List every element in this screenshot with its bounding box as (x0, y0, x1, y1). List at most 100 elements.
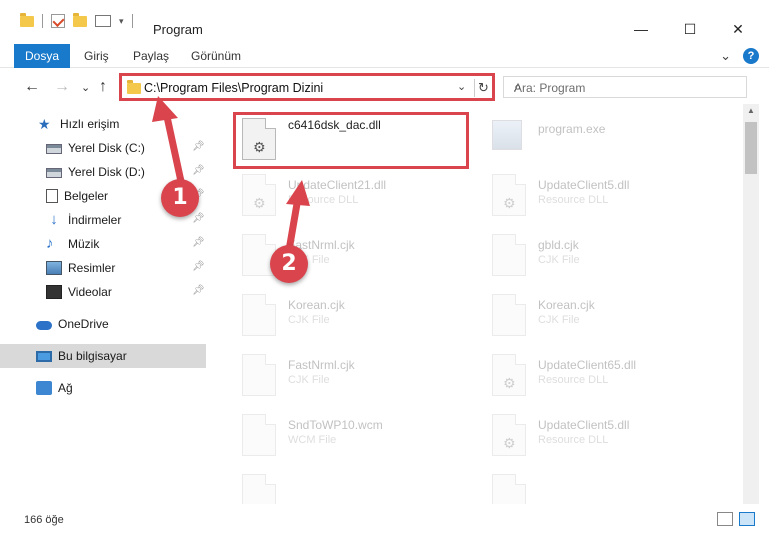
file-item[interactable]: SndToWP10.wcm WCM File (220, 408, 460, 464)
vertical-scrollbar[interactable]: ▲ (743, 104, 759, 504)
sidebar-item-this-pc[interactable]: Bu bilgisayar (0, 344, 206, 368)
help-icon[interactable]: ? (743, 48, 759, 64)
tab-file[interactable]: Dosya (14, 44, 70, 68)
star-icon: ★ (38, 116, 51, 132)
chevron-down-icon[interactable]: ▾ (119, 16, 124, 27)
folder-icon (20, 12, 34, 27)
file-item[interactable]: ⚙ UpdateClient5.dll Resource DLL (470, 408, 710, 464)
tab-view[interactable]: Görünüm (191, 44, 241, 68)
sidebar-item-label: Resimler (68, 261, 116, 275)
close-button[interactable]: ✕ (715, 18, 761, 40)
ribbon-controls: ⌄ ? (720, 48, 759, 64)
navigation-bar: ← → ⌄ ↑ C:\Program Files\Program Dizini … (0, 70, 769, 104)
sidebar-item-label: Hızlı erişim (60, 117, 120, 131)
sidebar-item-network[interactable]: Ağ (0, 376, 206, 400)
gear-icon: ⚙ (503, 195, 516, 211)
pin-icon[interactable]: 📌︎ (192, 141, 205, 152)
sidebar-item-pictures[interactable]: Resimler 📌︎ (0, 256, 206, 280)
refresh-icon[interactable]: ↻ (474, 79, 492, 97)
pin-icon[interactable]: 📌︎ (192, 261, 205, 272)
pin-icon[interactable]: 📌︎ (192, 285, 205, 296)
file-item[interactable]: Korean.cjk CJK File (470, 288, 710, 344)
minimize-button[interactable]: — (618, 18, 664, 40)
status-bar: 166 öğe (0, 504, 769, 538)
tab-share[interactable]: Paylaş (133, 44, 169, 68)
file-list: ⚙ c6416dsk_dac.dll program.exe ⚙ UpdateC… (210, 104, 743, 504)
view-toggle (717, 512, 755, 526)
download-icon: ↓ (50, 211, 58, 228)
file-type: CJK File (538, 254, 580, 266)
computer-icon (36, 350, 52, 362)
large-icons-view-icon[interactable] (739, 512, 755, 526)
pin-icon[interactable]: 📌︎ (192, 237, 205, 248)
sidebar-item-quick-access[interactable]: ★ Hızlı erişim (0, 112, 206, 136)
file-name: UpdateClient5.dll (538, 178, 630, 192)
sidebar-item-label: İndirmeler (68, 213, 122, 227)
address-path[interactable]: C:\Program Files\Program Dizini (144, 81, 323, 95)
recent-locations-button[interactable]: ⌄ (81, 81, 90, 94)
highlight-box (233, 112, 469, 169)
quick-access-toolbar: ▾ (20, 12, 133, 28)
address-bar[interactable]: C:\Program Files\Program Dizini ⌄ ↻ (119, 73, 495, 101)
file-icon (492, 474, 526, 504)
properties-check-icon[interactable] (51, 14, 65, 28)
file-item[interactable]: ⚙ UpdateClient5.dll Resource DLL (470, 168, 710, 224)
customize-toolbar-icon[interactable] (95, 15, 111, 27)
maximize-button[interactable]: ☐ (667, 18, 713, 40)
file-name: gbld.cjk (538, 238, 579, 252)
file-type: CJK File (538, 314, 580, 326)
search-icon[interactable]: ⌕ (514, 79, 740, 95)
sidebar-item-label: Yerel Disk (C:) (68, 141, 145, 155)
exe-file-icon (492, 120, 522, 150)
sidebar-item-videos[interactable]: Videolar 📌︎ (0, 280, 206, 304)
sidebar-item-onedrive[interactable]: OneDrive (0, 312, 206, 336)
scroll-up-icon[interactable]: ▲ (747, 106, 755, 115)
toolbar-separator (42, 14, 43, 28)
sidebar-item-music[interactable]: ♪ Müzik 📌︎ (0, 232, 206, 256)
cjk-file-icon (242, 354, 276, 396)
file-item[interactable] (470, 468, 710, 504)
file-name: FastNrml.cjk (288, 358, 355, 372)
drive-icon (46, 144, 62, 154)
file-type: WCM File (288, 434, 337, 446)
file-item[interactable] (220, 468, 460, 504)
pin-icon[interactable]: 📌︎ (192, 165, 205, 176)
step-badge-1: 1 (161, 179, 199, 217)
file-item[interactable]: program.exe (470, 112, 710, 168)
up-button[interactable]: ↑ (99, 78, 107, 96)
expand-ribbon-icon[interactable]: ⌄ (720, 48, 731, 64)
file-item[interactable]: ⚙ UpdateClient65.dll Resource DLL (470, 348, 710, 404)
forward-button[interactable]: → (54, 78, 70, 96)
documents-icon (46, 189, 58, 203)
back-button[interactable]: ← (24, 78, 40, 96)
cloud-icon (36, 321, 52, 330)
new-folder-icon[interactable] (73, 12, 87, 27)
gear-icon: ⚙ (503, 435, 516, 451)
sidebar-item-label: OneDrive (58, 317, 109, 331)
gear-icon: ⚙ (253, 195, 266, 211)
file-name: UpdateClient65.dll (538, 358, 637, 372)
scrollbar-thumb[interactable] (745, 122, 757, 174)
file-item[interactable]: gbld.cjk CJK File (470, 228, 710, 284)
window-title: Program (153, 22, 203, 37)
details-view-icon[interactable] (717, 512, 733, 526)
file-name: SndToWP10.wcm (288, 418, 383, 432)
file-item[interactable]: FastNrml.cjk CJK File (220, 348, 460, 404)
dll-file-icon: ⚙ (492, 354, 526, 396)
tab-home[interactable]: Giriş (84, 44, 109, 68)
file-type: Resource DLL (538, 374, 609, 386)
search-input[interactable]: Ara: Program ⌕ (503, 76, 747, 98)
file-item[interactable]: FastNrml.cjk CJK File (220, 228, 460, 284)
sidebar-item-local-disk-c[interactable]: Yerel Disk (C:) 📌︎ (0, 136, 206, 160)
title-bar: ▾ Program — ☐ ✕ (0, 0, 769, 40)
chevron-down-icon[interactable]: ⌄ (457, 80, 466, 93)
file-name: UpdateClient21.dll (288, 178, 387, 192)
folder-icon (127, 80, 141, 94)
music-icon: ♪ (46, 235, 54, 252)
pin-icon[interactable]: 📌︎ (192, 213, 205, 224)
file-item[interactable]: Korean.cjk CJK File (220, 288, 460, 344)
file-name: Korean.cjk (538, 298, 595, 312)
file-item[interactable]: ⚙ UpdateClient21.dll Resource DLL (220, 168, 460, 224)
file-icon (242, 474, 276, 504)
ribbon-tabs: Dosya Giriş Paylaş Görünüm ⌄ ? (0, 44, 769, 68)
